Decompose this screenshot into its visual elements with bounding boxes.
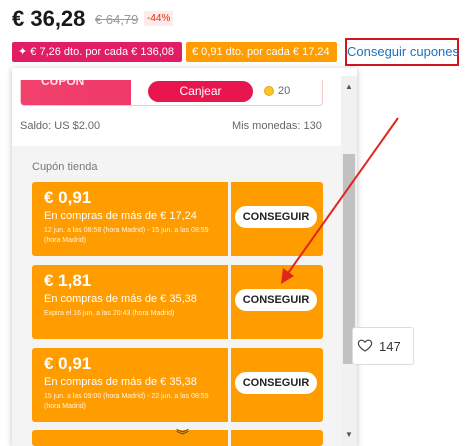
seller-discount-chip[interactable]: € 0,91 dto. por cada € 17,24: [186, 42, 337, 62]
coupon-stub: [231, 430, 323, 446]
coupon-card-banner: CUPÓN: [21, 80, 131, 105]
coupon-dates: Expira el 16 jun. a las 20:43 (hora Madr…: [44, 310, 175, 317]
store-coupon-heading: Cupón tienda: [32, 161, 98, 173]
scroll-down-icon[interactable]: ▼: [345, 430, 353, 439]
product-page: € 36,28 € 64,79 -44% ✦ € 7,26 dto. por c…: [0, 0, 468, 446]
redeem-button[interactable]: Canjear: [148, 81, 253, 102]
coupon-condition: En compras de más de € 35,38: [44, 293, 197, 305]
store-discount-chip[interactable]: ✦ € 7,26 dto. por cada € 136,08: [12, 42, 182, 62]
coupon-amount: € 0,91: [44, 188, 92, 207]
get-coupons-link[interactable]: Conseguir cupones: [345, 38, 459, 66]
coin-amount: 20: [278, 85, 291, 97]
coupon-condition: En compras de más de € 17,24: [44, 210, 197, 222]
balance-text: Saldo: US $2.00: [20, 120, 101, 132]
current-price: € 36,28: [12, 6, 86, 31]
discount-badge: -44%: [144, 11, 174, 26]
coupon-card: € 0,91 En compras de más de € 17,24 12 j…: [32, 182, 323, 256]
get-coupon-button[interactable]: CONSEGUIR: [235, 372, 317, 394]
my-coins-text: Mis monedas: 130: [232, 120, 322, 132]
wishlist-button[interactable]: 147: [352, 327, 414, 365]
original-price: € 64,79: [95, 12, 139, 27]
coin-icon: [264, 86, 274, 96]
coupon-body: [32, 430, 228, 446]
coupon-amount: € 0,91: [44, 354, 92, 373]
coupon-card: € 0,91 En compras de más de € 35,38 15 j…: [32, 348, 323, 422]
coupon-dates: 15 jun. a las 09:00 (hora Madrid) - 22 j…: [44, 393, 209, 410]
scroll-up-icon[interactable]: ▲: [345, 82, 353, 91]
coupon-card-label: CUPÓN: [41, 80, 85, 88]
wishlist-count: 147: [379, 339, 401, 354]
chevron-down-double-icon[interactable]: ︾: [176, 425, 189, 444]
get-coupon-button[interactable]: CONSEGUIR: [235, 289, 317, 311]
coupon-card: € 1,81 En compras de más de € 35,38 Expi…: [32, 265, 323, 339]
heart-icon: [357, 339, 373, 352]
coupon-amount: € 1,81: [44, 271, 92, 290]
coupon-dates: 12 jun. a las 08:58 (hora Madrid) - 15 j…: [44, 227, 209, 244]
coupon-condition: En compras de más de € 35,38: [44, 376, 197, 388]
get-coupon-button[interactable]: CONSEGUIR: [235, 206, 317, 228]
